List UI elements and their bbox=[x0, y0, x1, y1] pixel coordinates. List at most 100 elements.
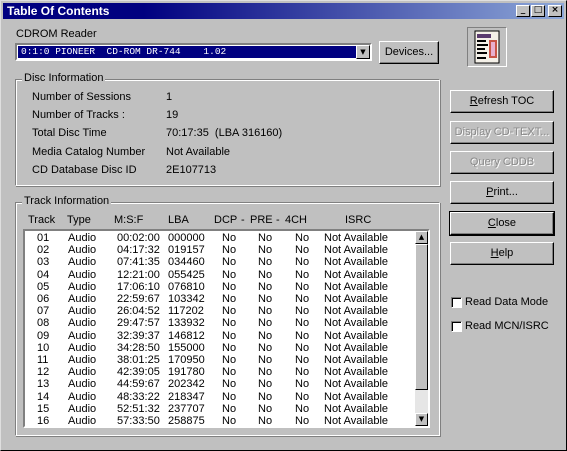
minimize-button[interactable]: _ bbox=[516, 5, 530, 17]
close-button[interactable]: Close bbox=[449, 211, 555, 236]
track-list[interactable]: 01 Audio 00:02:00 000000 No No No Not Available… bbox=[23, 229, 430, 428]
help-button[interactable]: Help bbox=[450, 242, 554, 265]
col-pre: PRE bbox=[250, 214, 273, 226]
close-window-button[interactable]: × bbox=[548, 5, 562, 17]
table-row[interactable]: 02 Audio 04:17:32 019157 No No No Not Available bbox=[25, 244, 417, 256]
track-number: 07 bbox=[37, 305, 50, 318]
track-information-title: Track Information bbox=[22, 195, 112, 207]
track-msf: 17:06:10 bbox=[117, 280, 160, 293]
table-row[interactable]: 15 Audio 52:51:32 237707 No No No Not Available bbox=[25, 403, 417, 415]
track-number: 04 bbox=[37, 268, 50, 281]
track-isrc: Not Available bbox=[324, 341, 389, 354]
track-isrc: Not Available bbox=[324, 268, 389, 281]
track-msf: 00:02:00 bbox=[117, 232, 160, 244]
track-type: Audio bbox=[68, 390, 97, 403]
table-row[interactable]: 11 Audio 38:01:25 170950 No No No Not Available bbox=[25, 354, 417, 366]
track-4ch: No bbox=[295, 256, 310, 269]
track-lba: 170950 bbox=[168, 354, 205, 366]
query-cddb-button[interactable]: Query CDDB bbox=[450, 151, 554, 174]
table-row[interactable]: 16 Audio 57:33:50 258875 No No No Not Available bbox=[25, 415, 417, 427]
table-row[interactable]: 05 Audio 17:06:10 076810 No No No Not Available bbox=[25, 281, 417, 293]
read-data-mode-checkbox[interactable] bbox=[451, 297, 462, 308]
cdrom-reader-select[interactable]: 0:1:0 PIONEER CD-ROM DR-744 1.02 ▼ bbox=[15, 43, 372, 61]
track-number: 08 bbox=[37, 317, 50, 330]
track-dcp: No bbox=[222, 341, 237, 354]
track-lba: 155000 bbox=[168, 341, 205, 354]
track-number: 09 bbox=[37, 329, 50, 342]
table-row[interactable]: 03 Audio 07:41:35 034460 No No No Not Available bbox=[25, 256, 417, 268]
scroll-down-icon[interactable]: ▼ bbox=[415, 413, 428, 426]
track-4ch: No bbox=[295, 354, 310, 366]
maximize-button[interactable]: □ bbox=[531, 5, 545, 17]
track-lba: 103342 bbox=[168, 293, 205, 305]
col-lba: LBA bbox=[168, 214, 189, 226]
track-isrc: Not Available bbox=[324, 329, 389, 342]
read-mcn-isrc-label: Read MCN/ISRC bbox=[465, 320, 549, 332]
track-dcp: No bbox=[222, 280, 237, 293]
track-type: Audio bbox=[68, 317, 97, 330]
disc-time-label: Total Disc Time bbox=[32, 127, 107, 139]
disc-id-label: CD Database Disc ID bbox=[32, 164, 137, 176]
read-mcn-isrc-checkbox[interactable] bbox=[451, 321, 462, 332]
track-number: 03 bbox=[37, 256, 50, 269]
track-isrc: Not Available bbox=[324, 390, 389, 403]
track-type: Audio bbox=[68, 268, 97, 281]
print-button[interactable]: Print... bbox=[450, 181, 554, 204]
table-row[interactable]: 12 Audio 42:39:05 191780 No No No Not Available bbox=[25, 366, 417, 378]
track-isrc: Not Available bbox=[324, 280, 389, 293]
track-pre: No bbox=[258, 317, 273, 330]
track-pre: No bbox=[258, 415, 273, 427]
track-4ch: No bbox=[295, 305, 310, 318]
track-type: Audio bbox=[68, 293, 97, 305]
table-row[interactable]: 13 Audio 44:59:67 202342 No No No Not Available bbox=[25, 378, 417, 390]
table-row[interactable]: 10 Audio 34:28:50 155000 No No No Not Available bbox=[25, 342, 417, 354]
devices-button[interactable]: Devices... bbox=[379, 41, 439, 64]
track-4ch: No bbox=[295, 341, 310, 354]
track-pre: No bbox=[258, 268, 273, 281]
scrollbar-thumb[interactable] bbox=[415, 244, 428, 390]
track-4ch: No bbox=[295, 268, 310, 281]
track-list-scrollbar[interactable]: ▲ ▼ bbox=[415, 231, 428, 426]
track-isrc: Not Available bbox=[324, 354, 389, 366]
scroll-up-icon[interactable]: ▲ bbox=[415, 231, 428, 244]
col-isrc: ISRC bbox=[345, 214, 372, 226]
title-bar[interactable]: Table Of Contents _ □ × bbox=[3, 3, 564, 19]
track-4ch: No bbox=[295, 244, 310, 257]
track-number: 05 bbox=[37, 280, 50, 293]
cdrom-reader-value: 0:1:0 PIONEER CD-ROM DR-744 1.02 bbox=[18, 46, 356, 58]
track-type: Audio bbox=[68, 305, 97, 318]
track-4ch: No bbox=[295, 402, 310, 415]
table-row[interactable]: 04 Audio 12:21:00 055425 No No No Not Available bbox=[25, 269, 417, 281]
refresh-toc-button[interactable]: Refresh TOC bbox=[450, 90, 554, 113]
table-row[interactable]: 01 Audio 00:02:00 000000 No No No Not Available bbox=[25, 232, 417, 244]
track-dcp: No bbox=[222, 317, 237, 330]
track-table-header: Track Type M:S:F LBA DCP - PRE - 4CH ISR… bbox=[1, 214, 441, 227]
track-msf: 34:28:50 bbox=[117, 341, 160, 354]
track-type: Audio bbox=[68, 366, 97, 379]
chevron-down-icon[interactable]: ▼ bbox=[356, 45, 370, 59]
table-row[interactable]: 06 Audio 22:59:67 103342 No No No Not Available bbox=[25, 293, 417, 305]
track-number: 02 bbox=[37, 244, 50, 257]
track-msf: 48:33:22 bbox=[117, 390, 160, 403]
col-dcp: DCP bbox=[214, 214, 238, 226]
track-isrc: Not Available bbox=[324, 256, 389, 269]
display-cdtext-button[interactable]: Display CD-TEXT... bbox=[450, 121, 554, 144]
track-number: 15 bbox=[37, 402, 50, 415]
track-msf: 57:33:50 bbox=[117, 415, 160, 427]
track-pre: No bbox=[258, 402, 273, 415]
track-pre: No bbox=[258, 280, 273, 293]
track-isrc: Not Available bbox=[324, 232, 389, 244]
mcn-label: Media Catalog Number bbox=[32, 146, 146, 158]
table-row[interactable]: 08 Audio 29:47:57 133932 No No No Not Available bbox=[25, 317, 417, 329]
track-dcp: No bbox=[222, 256, 237, 269]
table-row[interactable]: 14 Audio 48:33:22 218347 No No No Not Available bbox=[25, 391, 417, 403]
track-lba: 191780 bbox=[168, 366, 205, 379]
track-lba: 258875 bbox=[168, 415, 205, 427]
track-type: Audio bbox=[68, 244, 97, 257]
track-msf: 22:59:67 bbox=[117, 293, 160, 305]
track-4ch: No bbox=[295, 280, 310, 293]
table-row[interactable]: 07 Audio 26:04:52 117202 No No No Not Available bbox=[25, 305, 417, 317]
table-row[interactable]: 09 Audio 32:39:37 146812 No No No Not Available bbox=[25, 330, 417, 342]
toc-window: Table Of Contents _ □ × CDROM Reader 0:1… bbox=[0, 0, 567, 451]
track-lba: 034460 bbox=[168, 256, 205, 269]
